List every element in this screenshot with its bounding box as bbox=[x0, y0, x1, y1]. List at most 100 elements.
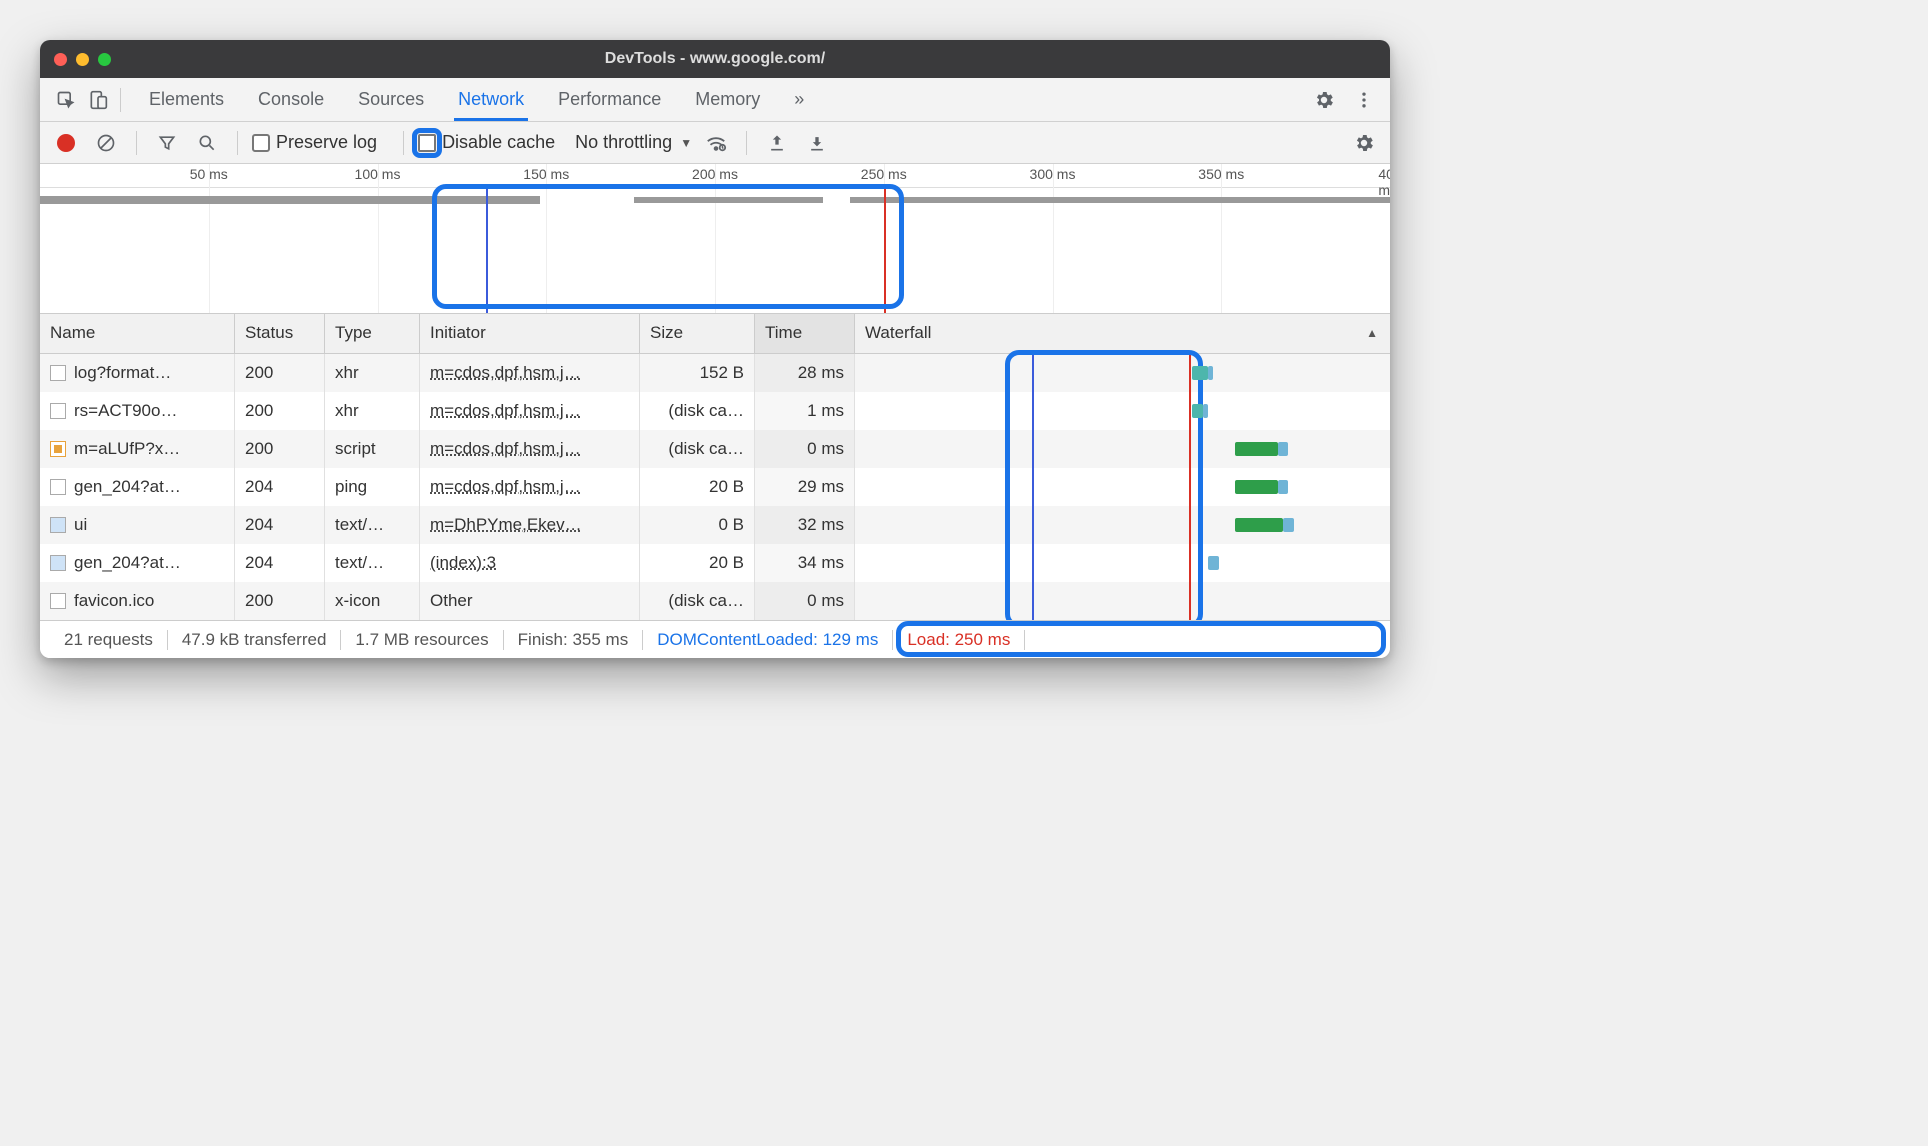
window-controls bbox=[54, 53, 111, 66]
cell-status: 204 bbox=[235, 468, 325, 506]
more-icon[interactable] bbox=[1348, 84, 1380, 116]
tab-performance[interactable]: Performance bbox=[554, 79, 665, 121]
initiator-link[interactable]: m=cdos,dpf,hsm,j… bbox=[430, 401, 581, 421]
request-name: gen_204?at… bbox=[74, 477, 181, 497]
filter-icon[interactable] bbox=[151, 127, 183, 159]
tab-console[interactable]: Console bbox=[254, 79, 328, 121]
disable-cache-label: Disable cache bbox=[442, 132, 555, 153]
initiator-link: Other bbox=[430, 591, 473, 611]
cell-size: 20 B bbox=[640, 468, 755, 506]
initiator-link[interactable]: m=cdos,dpf,hsm,j… bbox=[430, 363, 581, 383]
tab-sources[interactable]: Sources bbox=[354, 79, 428, 121]
record-button[interactable] bbox=[50, 127, 82, 159]
annotation-highlight bbox=[896, 621, 1386, 657]
doc-file-icon bbox=[50, 593, 66, 609]
request-table: log?format…200xhrm=cdos,dpf,hsm,j…152 B2… bbox=[40, 354, 1390, 620]
col-type[interactable]: Type bbox=[325, 314, 420, 353]
status-bar: 21 requests 47.9 kB transferred 1.7 MB r… bbox=[40, 620, 1390, 658]
cell-type: x-icon bbox=[325, 582, 420, 620]
download-har-icon[interactable] bbox=[801, 127, 833, 159]
annotation-highlight bbox=[432, 184, 905, 309]
devtools-window: DevTools - www.google.com/ ElementsConso… bbox=[40, 40, 1390, 658]
waterfall-cell bbox=[855, 430, 1390, 468]
cell-size: 0 B bbox=[640, 506, 755, 544]
cell-time: 1 ms bbox=[755, 392, 855, 430]
request-name: gen_204?at… bbox=[74, 553, 181, 573]
cell-size: 20 B bbox=[640, 544, 755, 582]
cell-type: xhr bbox=[325, 392, 420, 430]
request-name: ui bbox=[74, 515, 87, 535]
sort-arrow-icon: ▲ bbox=[1366, 326, 1378, 340]
initiator-link[interactable]: (index):3 bbox=[430, 553, 496, 573]
upload-har-icon[interactable] bbox=[761, 127, 793, 159]
minimize-icon[interactable] bbox=[76, 53, 89, 66]
waterfall-cell bbox=[855, 544, 1390, 582]
network-settings-icon[interactable] bbox=[1348, 127, 1380, 159]
waterfall-cell bbox=[855, 582, 1390, 620]
cell-type: text/… bbox=[325, 544, 420, 582]
waterfall-label: Waterfall bbox=[865, 323, 931, 342]
tab-elements[interactable]: Elements bbox=[145, 79, 228, 121]
table-row[interactable]: log?format…200xhrm=cdos,dpf,hsm,j…152 B2… bbox=[40, 354, 1390, 392]
disable-cache-checkbox[interactable]: Disable cache bbox=[418, 132, 555, 153]
preserve-log-label: Preserve log bbox=[276, 132, 377, 153]
initiator-link[interactable]: m=cdos,dpf,hsm,j… bbox=[430, 477, 581, 497]
more-tabs-icon[interactable]: » bbox=[790, 79, 808, 121]
table-row[interactable]: gen_204?at…204pingm=cdos,dpf,hsm,j…20 B2… bbox=[40, 468, 1390, 506]
close-icon[interactable] bbox=[54, 53, 67, 66]
waterfall-cell bbox=[855, 468, 1390, 506]
cell-status: 204 bbox=[235, 506, 325, 544]
throttling-select[interactable]: No throttling ▼ bbox=[575, 132, 692, 153]
status-domcontentloaded: DOMContentLoaded: 129 ms bbox=[643, 630, 893, 650]
request-name: rs=ACT90o… bbox=[74, 401, 177, 421]
maximize-icon[interactable] bbox=[98, 53, 111, 66]
cell-size: (disk ca… bbox=[640, 392, 755, 430]
col-waterfall[interactable]: Waterfall ▲ bbox=[855, 314, 1390, 353]
request-name: m=aLUfP?x… bbox=[74, 439, 180, 459]
col-initiator[interactable]: Initiator bbox=[420, 314, 640, 353]
settings-icon[interactable] bbox=[1308, 84, 1340, 116]
col-time[interactable]: Time bbox=[755, 314, 855, 353]
tab-network[interactable]: Network bbox=[454, 79, 528, 121]
tab-memory[interactable]: Memory bbox=[691, 79, 764, 121]
waterfall-cell bbox=[855, 506, 1390, 544]
table-row[interactable]: ui204text/…m=DhPYme,Ekev…0 B32 ms bbox=[40, 506, 1390, 544]
timeline-overview[interactable]: 50 ms100 ms150 ms200 ms250 ms300 ms350 m… bbox=[40, 164, 1390, 314]
status-finish: Finish: 355 ms bbox=[504, 630, 644, 650]
table-row[interactable]: m=aLUfP?x…200scriptm=cdos,dpf,hsm,j…(dis… bbox=[40, 430, 1390, 468]
cell-status: 200 bbox=[235, 354, 325, 392]
clear-icon[interactable] bbox=[90, 127, 122, 159]
table-row[interactable]: rs=ACT90o… 200xhr m=cdos,dpf,hsm,j… (disk c… bbox=[40, 392, 1390, 430]
table-row[interactable]: gen_204?at…204text/…(index):320 B34 ms bbox=[40, 544, 1390, 582]
preserve-log-checkbox[interactable]: Preserve log bbox=[252, 132, 377, 153]
cell-time: 0 ms bbox=[755, 582, 855, 620]
device-toggle-icon[interactable] bbox=[82, 84, 114, 116]
cell-type: xhr bbox=[325, 354, 420, 392]
initiator-link[interactable]: m=DhPYme,Ekev… bbox=[430, 515, 582, 535]
col-name[interactable]: Name bbox=[40, 314, 235, 353]
cell-status: 200 bbox=[235, 582, 325, 620]
initiator-link[interactable]: m=cdos,dpf,hsm,j… bbox=[430, 439, 581, 459]
inspect-icon[interactable] bbox=[50, 84, 82, 116]
request-name: log?format… bbox=[74, 363, 171, 383]
doc-file-icon bbox=[50, 479, 66, 495]
img-file-icon bbox=[50, 555, 66, 571]
cell-status: 204 bbox=[235, 544, 325, 582]
cell-type: script bbox=[325, 430, 420, 468]
col-size[interactable]: Size bbox=[640, 314, 755, 353]
network-toolbar: Preserve log Disable cache No throttling… bbox=[40, 122, 1390, 164]
cell-type: ping bbox=[325, 468, 420, 506]
panel-tabs: Elements Console Sources Network Performance… bbox=[145, 79, 1308, 121]
cell-type: text/… bbox=[325, 506, 420, 544]
doc-file-icon bbox=[50, 403, 66, 419]
cell-status: 200 bbox=[235, 392, 325, 430]
cell-status: 200 bbox=[235, 430, 325, 468]
doc-file-icon bbox=[50, 365, 66, 381]
search-icon[interactable] bbox=[191, 127, 223, 159]
request-name: favicon.ico bbox=[74, 591, 154, 611]
status-transferred: 47.9 kB transferred bbox=[168, 630, 342, 650]
table-row[interactable]: favicon.ico 200x-icon Other (disk ca…0 ms bbox=[40, 582, 1390, 620]
col-status[interactable]: Status bbox=[235, 314, 325, 353]
cell-size: (disk ca… bbox=[640, 582, 755, 620]
network-conditions-icon[interactable] bbox=[700, 127, 732, 159]
